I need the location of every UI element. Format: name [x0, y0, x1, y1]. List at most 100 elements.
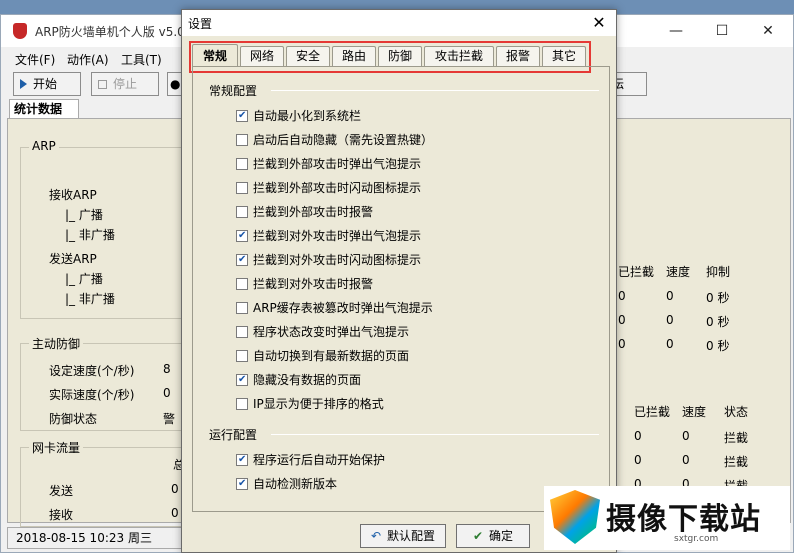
table1-cell: 0 秒 [706, 291, 730, 305]
checkbox[interactable] [236, 374, 248, 386]
nic-traffic-group: 网卡流量 总 发送 0 接收 0 [20, 439, 190, 527]
option-row[interactable]: 拦截到对外攻击时报警 [236, 275, 373, 293]
table1-header-speed: 速度 [666, 265, 691, 279]
table2-header-speed: 速度 [682, 405, 707, 419]
table1-header-blocked: 已拦截 [618, 265, 655, 279]
statusbar-datetime: 2018-08-15 10:23 周三 [7, 527, 187, 549]
actual-speed-label: 实际速度(个/秒) [49, 388, 135, 402]
dialog-title: 设置 [188, 17, 213, 31]
stop-button[interactable]: 停止 [91, 72, 159, 96]
undo-icon: ↶ [370, 529, 382, 543]
option-row[interactable]: IP显示为便于排序的格式 [236, 395, 384, 413]
option-row[interactable]: 拦截到对外攻击时弹出气泡提示 [236, 227, 421, 245]
nic-recv-label: 接收 [49, 508, 74, 522]
maximize-icon[interactable]: ☐ [699, 17, 745, 45]
option-row[interactable]: 拦截到外部攻击时闪动图标提示 [236, 179, 421, 197]
play-icon [20, 79, 27, 89]
option-row[interactable]: 隐藏没有数据的页面 [236, 371, 361, 389]
option-row[interactable]: 启动后自动隐藏（需先设置热键） [236, 131, 433, 149]
checkbox[interactable] [236, 254, 248, 266]
option-row[interactable]: 拦截到对外攻击时闪动图标提示 [236, 251, 421, 269]
checkbox[interactable] [236, 182, 248, 194]
set-speed-label: 设定速度(个/秒) [49, 364, 135, 378]
checkbox[interactable] [236, 454, 248, 466]
option-row[interactable]: 自动切换到有最新数据的页面 [236, 347, 409, 365]
nic-recv-value: 0 [171, 506, 179, 520]
table2-cell: 0 [634, 453, 642, 467]
checkbox[interactable] [236, 158, 248, 170]
arp-send-label: 发送ARP [49, 252, 97, 266]
table2-cell: 0 [682, 429, 690, 443]
nic-send-label: 发送 [49, 484, 74, 498]
close-window-icon[interactable]: ✕ [745, 17, 791, 45]
section-divider [271, 90, 599, 91]
option-row[interactable]: ARP缓存表被篡改时弹出气泡提示 [236, 299, 433, 317]
run-option-row[interactable]: 程序运行后自动开始保护 [236, 451, 385, 469]
watermark-url: sxtgr.com [674, 534, 719, 544]
table1-cell: 0 [618, 337, 626, 351]
check-icon: ✔ [472, 529, 484, 543]
menu-action[interactable]: 动作(A) [67, 51, 109, 68]
actual-speed-value: 0 [163, 386, 171, 400]
table2-header-blocked: 已拦截 [634, 405, 671, 419]
start-button[interactable]: 开始 [13, 72, 81, 96]
table1-cell: 0 [618, 313, 626, 327]
defense-status-value: 警 [163, 412, 176, 426]
option-row[interactable]: 拦截到外部攻击时报警 [236, 203, 373, 221]
table1-cell: 0 秒 [706, 339, 730, 353]
menu-file[interactable]: 文件(F) [15, 51, 55, 68]
table2-cell: 0 [634, 429, 642, 443]
stop-icon [98, 80, 107, 89]
table2-cell: 拦截 [724, 455, 749, 469]
defense-status-label: 防御状态 [49, 412, 98, 426]
watermark-logo: 摄像下载站 sxtgr.com [544, 486, 790, 550]
defense-group-title: 主动防御 [29, 335, 84, 352]
menu-tools[interactable]: 工具(T) [121, 51, 162, 68]
arp-group: ARP 接收ARP |_ 广播 |_ 非广播 发送ARP |_ 广播 |_ 非广… [20, 139, 190, 319]
option-row[interactable]: 拦截到外部攻击时弹出气泡提示 [236, 155, 421, 173]
app-shield-icon [13, 23, 27, 39]
checkbox[interactable] [236, 230, 248, 242]
minimize-icon[interactable]: — [653, 17, 699, 45]
section-run-title: 运行配置 [209, 428, 258, 442]
ok-button[interactable]: ✔ 确定 [456, 524, 530, 548]
table2-cell: 0 [682, 453, 690, 467]
default-config-button[interactable]: ↶ 默认配置 [360, 524, 446, 548]
checkbox[interactable] [236, 398, 248, 410]
section-divider [271, 434, 599, 435]
option-row[interactable]: 程序状态改变时弹出气泡提示 [236, 323, 409, 341]
watermark-text: 摄像下载站 [606, 502, 761, 537]
settings-dialog: 设置 ✕ 常规 网络 安全 路由 防御 攻击拦截 报警 其它 常规配置 自动最小… [181, 9, 617, 553]
checkbox[interactable] [236, 478, 248, 490]
table1-header-suppress: 抑制 [706, 265, 731, 279]
table1-cell: 0 [666, 337, 674, 351]
run-option-row[interactable]: 自动检测新版本 [236, 475, 337, 493]
table1-cell: 0 [666, 289, 674, 303]
arp-group-title: ARP [29, 139, 59, 153]
general-tabpanel: 常规配置 自动最小化到系统栏 启动后自动隐藏（需先设置热键） 拦截到外部攻击时弹… [192, 66, 610, 512]
checkbox[interactable] [236, 278, 248, 290]
arp-recv-nonbroadcast: |_ 非广播 [65, 228, 115, 242]
dialog-titlebar: 设置 ✕ [182, 10, 616, 36]
defense-group: 主动防御 设定速度(个/秒) 8 实际速度(个/秒) 0 防御状态 警 [20, 335, 190, 431]
set-speed-value: 8 [163, 362, 171, 376]
checkbox[interactable] [236, 110, 248, 122]
checkbox[interactable] [236, 206, 248, 218]
arp-send-nonbroadcast: |_ 非广播 [65, 292, 115, 306]
tab-stats[interactable]: 统计数据 [9, 99, 79, 119]
main-window-title: ARP防火墙单机个人版 v5.0 [35, 25, 185, 39]
dialog-close-icon[interactable]: ✕ [588, 12, 610, 34]
checkbox[interactable] [236, 302, 248, 314]
section-general-title: 常规配置 [209, 84, 258, 98]
table2-header-status: 状态 [724, 405, 749, 419]
nic-group-title: 网卡流量 [29, 439, 84, 456]
table1-cell: 0 [618, 289, 626, 303]
table1-cell: 0 [666, 313, 674, 327]
checkbox[interactable] [236, 326, 248, 338]
checkbox[interactable] [236, 134, 248, 146]
table1-cell: 0 秒 [706, 315, 730, 329]
arp-recv-label: 接收ARP [49, 188, 97, 202]
arp-recv-broadcast: |_ 广播 [65, 208, 103, 222]
option-row[interactable]: 自动最小化到系统栏 [236, 107, 361, 125]
checkbox[interactable] [236, 350, 248, 362]
